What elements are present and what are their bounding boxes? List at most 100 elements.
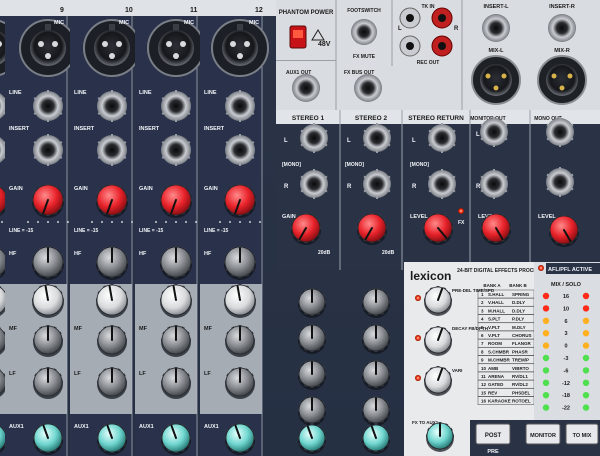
- hf-label: HF: [9, 251, 17, 257]
- mic-xlr-input[interactable]: [147, 19, 205, 77]
- fx-program-bank-a: V.HALL: [488, 300, 504, 305]
- meter-led-right: [582, 330, 590, 337]
- meter-led-left: [542, 404, 550, 411]
- gain-label: GAIN: [204, 186, 218, 192]
- fx-led: [415, 375, 421, 381]
- meter-led-left: [542, 379, 550, 386]
- fx-program-bank-b: M.DLY: [512, 325, 526, 330]
- rca-rec-out-left[interactable]: [399, 35, 421, 57]
- line-label: LINE: [74, 90, 87, 96]
- mono-tag: [MONO]: [410, 162, 429, 168]
- stereo-right-mark: R: [347, 184, 352, 190]
- fx-program-bank-a: V.PLT: [488, 333, 500, 338]
- fx-program-bank-b: RV/DL1: [512, 374, 528, 379]
- fx-program-number: 12: [481, 382, 487, 387]
- bottom-buttons: POST PRE MONITOR TO MIX: [470, 420, 600, 456]
- meter-led-right: [582, 367, 590, 374]
- pre-label: PRE: [487, 449, 499, 455]
- mic-xlr-input[interactable]: [83, 19, 141, 77]
- insert-label: INSERT: [139, 126, 160, 132]
- meter-scale-value: -12: [562, 381, 570, 387]
- fx-led: [415, 295, 421, 301]
- mix-l-xlr[interactable]: [471, 55, 521, 105]
- fx-program-bank-a: M.CHMBR: [488, 358, 510, 363]
- hf-label: HF: [74, 251, 82, 257]
- meter-scale-value: -6: [564, 368, 569, 374]
- monitor-left-mark: L: [476, 132, 480, 138]
- gain-label: GAIN: [9, 186, 23, 192]
- meter-scale-value: -3: [564, 356, 569, 362]
- phantom-power-label: PHANTOM POWER: [279, 10, 334, 16]
- meter-led-left: [542, 292, 550, 300]
- insert-label: INSERT: [9, 126, 30, 132]
- fx-program-bank-a: S.CHMBR: [488, 349, 510, 354]
- meter-led-left: [542, 342, 550, 349]
- fx-program-bank-b: VIBRTO: [512, 366, 529, 371]
- channel-number: 10: [125, 7, 133, 14]
- insert-r-label: INSERT-R: [549, 4, 575, 10]
- pad-label: LINE = -15: [9, 228, 34, 234]
- footswitch-jack[interactable]: [351, 19, 377, 45]
- fx-program-bank-a: S.PLT: [488, 317, 501, 322]
- fx-bus-out-jack[interactable]: [354, 74, 382, 102]
- mix-r-label: MIX-R: [554, 48, 570, 54]
- line-label: LINE: [9, 90, 22, 96]
- fx-program-number: 16: [481, 399, 487, 404]
- aux1-out-jack[interactable]: [292, 74, 320, 102]
- channel-number: 11: [190, 7, 198, 14]
- hf-label: HF: [204, 251, 212, 257]
- insert-l-jack[interactable]: [482, 14, 510, 42]
- lf-label: LF: [74, 371, 81, 377]
- mf-label: MF: [74, 326, 83, 332]
- meter-led-right: [582, 342, 590, 349]
- mic-xlr-input[interactable]: [19, 19, 77, 77]
- fx-program-bank-a: V.PLT: [488, 325, 500, 330]
- to-mix-button[interactable]: TO MIX: [565, 423, 599, 445]
- mf-label: MF: [139, 326, 148, 332]
- rca-right-mark: R: [454, 26, 459, 32]
- fx-program-bank-b: P.DLY: [512, 317, 524, 322]
- mono-tag: [MONO]: [282, 162, 301, 168]
- fx-led: [415, 335, 421, 341]
- stereo2-gain-scale: 20dB: [382, 250, 395, 256]
- stereo-right-mark: R: [284, 184, 289, 190]
- rca-rec-out-right[interactable]: [431, 35, 453, 57]
- mix-r-xlr[interactable]: [537, 55, 587, 105]
- insert-r-jack[interactable]: [548, 14, 576, 42]
- rca-tk-in-right[interactable]: [431, 7, 453, 29]
- tk-in-label: TK IN: [421, 4, 434, 10]
- aux1-label: AUX1: [74, 424, 89, 430]
- meter-title: MIX / SOLO: [551, 282, 582, 288]
- fx-vari-label: VARI: [452, 368, 462, 373]
- afl-pfl-label: AFL/PFL ACTIVE: [548, 267, 592, 273]
- mic-xlr-input[interactable]: [211, 19, 269, 77]
- line-label: LINE: [139, 90, 152, 96]
- stereo-left-mark: L: [347, 138, 351, 144]
- insert-label: INSERT: [204, 126, 225, 132]
- lf-label: LF: [9, 371, 16, 377]
- monitor-button[interactable]: MONITOR: [525, 423, 561, 445]
- meter-led-left: [542, 367, 550, 374]
- meter-led-left: [542, 317, 550, 324]
- mic-label: MIC: [184, 20, 194, 26]
- meter-scale-value: 3: [564, 331, 567, 337]
- meter-led-left: [542, 305, 550, 312]
- fx-program-bank-b: CHORUS: [512, 333, 532, 338]
- meter-led-left: [542, 330, 550, 337]
- fx-program-number: 11: [481, 374, 486, 379]
- fx-program-bank-a: AMB: [488, 366, 499, 371]
- fx-program-bank-b: PHASR: [512, 349, 529, 354]
- mf-label: MF: [9, 326, 18, 332]
- gain-label: GAIN: [74, 186, 88, 192]
- post-button[interactable]: POST: [475, 423, 511, 445]
- line-label: LINE: [204, 90, 217, 96]
- stereo1-label: STEREO 1: [292, 115, 325, 122]
- fx-peak-label: FX: [458, 220, 465, 226]
- stereo1-gain-scale: 20dB: [318, 250, 331, 256]
- mic-label: MIC: [54, 20, 64, 26]
- fx-program-bank-b: D.DLY: [512, 300, 525, 305]
- meter-scale-value: 0: [564, 344, 567, 350]
- rca-tk-in-left[interactable]: [399, 7, 421, 29]
- stereo-left-mark: L: [412, 138, 416, 144]
- lexicon-logo: lexicon: [410, 269, 451, 283]
